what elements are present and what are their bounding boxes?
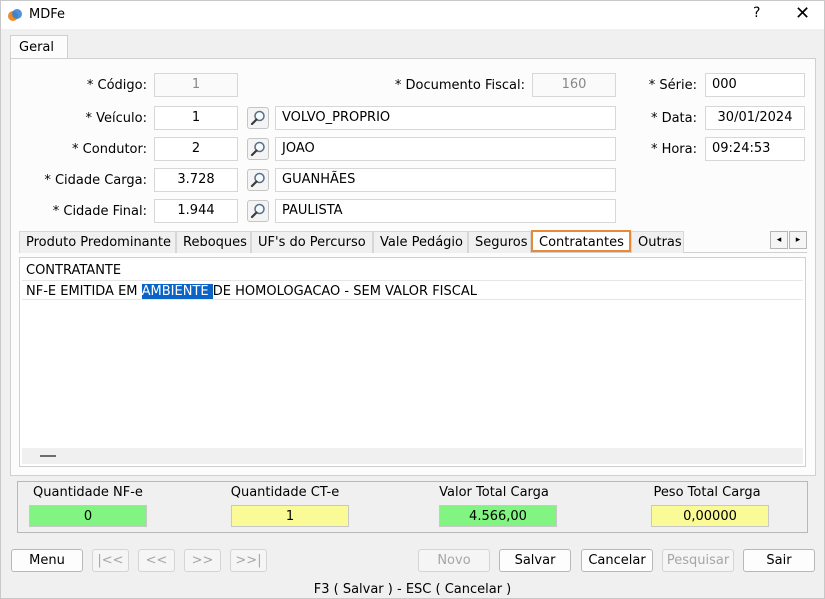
qtd-cte-value: 1 — [231, 505, 349, 527]
condutor-label: * Condutor: — [72, 142, 147, 157]
peso-total-label: Peso Total Carga — [653, 485, 761, 500]
pesquisar-button[interactable]: Pesquisar — [662, 549, 734, 572]
tab-reboques[interactable]: Reboques — [176, 231, 251, 253]
first-record-button[interactable]: |<< — [92, 549, 129, 572]
cidade-carga-label: * Cidade Carga: — [44, 173, 147, 188]
veiculo-name-field[interactable]: VOLVO_PROPRIO — [275, 106, 616, 130]
tab-vale-pedagio[interactable]: Vale Pedágio — [373, 231, 468, 253]
veiculo-code-field[interactable]: 1 — [154, 106, 238, 130]
documento-fiscal-field[interactable]: 160 — [532, 73, 616, 97]
app-logo-icon — [8, 9, 22, 21]
novo-button[interactable]: Novo — [418, 549, 490, 572]
tabs-scroll-left-button[interactable]: ◂ — [770, 231, 788, 249]
documento-fiscal-label: * Documento Fiscal: — [394, 78, 525, 93]
tab-contratantes[interactable]: Contratantes — [531, 230, 631, 252]
help-button[interactable]: ? — [753, 5, 760, 21]
tab-geral[interactable]: Geral — [10, 35, 68, 59]
cidade-carga-search-button[interactable] — [247, 169, 269, 191]
codigo-label: * Código: — [86, 78, 147, 93]
tab-seguros[interactable]: Seguros — [468, 231, 531, 253]
row-text-after: DE HOMOLOGACAO - SEM VALOR FISCAL — [212, 284, 477, 299]
qtd-nfe-value: 0 — [29, 505, 147, 527]
tab-outras[interactable]: Outras — [631, 231, 684, 253]
last-record-button[interactable]: >>| — [230, 549, 267, 572]
totals-panel: Quantidade NF-e 0 Quantidade CT-e 1 Valo… — [17, 481, 808, 533]
contratantes-grid: CONTRATANTE NF-E EMITIDA EM AMBIENTE DE … — [19, 257, 806, 467]
previous-record-button[interactable]: << — [138, 549, 175, 572]
peso-total-value: 0,00000 — [651, 505, 769, 527]
salvar-button[interactable]: Salvar — [499, 549, 571, 572]
cidade-carga-code-field[interactable]: 3.728 — [154, 168, 238, 192]
data-label: * Data: — [650, 111, 697, 126]
qtd-nfe-label: Quantidade NF-e — [33, 485, 143, 500]
valor-total-value: 4.566,00 — [439, 505, 557, 527]
cidade-carga-name-field[interactable]: GUANHÃES — [275, 168, 616, 192]
qtd-cte-label: Quantidade CT-e — [230, 485, 340, 500]
condutor-code-field[interactable]: 2 — [154, 137, 238, 161]
row-text-before: NF-E EMITIDA EM — [26, 284, 142, 299]
row-selected-text: AMBIENTE — [141, 284, 213, 299]
grid-column-header: CONTRATANTE — [26, 263, 122, 278]
magnifier-icon — [250, 172, 265, 188]
menu-button[interactable]: Menu — [11, 549, 83, 572]
hora-field[interactable]: 09:24:53 — [705, 137, 805, 161]
tab-produto-predominante[interactable]: Produto Predominante — [19, 231, 176, 253]
table-row[interactable]: NF-E EMITIDA EM AMBIENTE DE HOMOLOGACAO … — [22, 280, 803, 300]
window-title: MDFe — [29, 7, 65, 22]
cancelar-button[interactable]: Cancelar — [581, 549, 653, 572]
condutor-name-field[interactable]: JOAO — [275, 137, 616, 161]
codigo-field[interactable]: 1 — [154, 73, 238, 97]
tabs-scroll-right-button[interactable]: ▸ — [789, 231, 807, 249]
minus-icon[interactable] — [40, 455, 56, 457]
hora-label: * Hora: — [650, 142, 697, 157]
cidade-final-search-button[interactable] — [247, 200, 269, 222]
title-bar: MDFe ? ✕ — [1, 1, 824, 29]
close-button[interactable]: ✕ — [795, 3, 810, 24]
serie-field[interactable]: 000 — [705, 73, 805, 97]
condutor-search-button[interactable] — [247, 138, 269, 160]
data-field[interactable]: 30/01/2024 — [705, 106, 805, 130]
veiculo-label: * Veículo: — [85, 111, 147, 126]
tab-ufs-percurso[interactable]: UF's do Percurso — [251, 231, 373, 253]
magnifier-icon — [250, 203, 265, 219]
grid-footer-bar — [22, 448, 803, 464]
magnifier-icon — [250, 141, 265, 157]
serie-label: * Série: — [648, 78, 697, 93]
shortcut-hint: F3 ( Salvar ) - ESC ( Cancelar ) — [313, 582, 512, 597]
mdfe-window: MDFe ? ✕ Geral * Código: 1 * Documento F… — [0, 0, 825, 599]
sair-button[interactable]: Sair — [743, 549, 815, 572]
valor-total-label: Valor Total Carga — [439, 485, 549, 500]
cidade-final-label: * Cidade Final: — [52, 204, 147, 219]
cidade-final-name-field[interactable]: PAULISTA — [275, 199, 616, 223]
cidade-final-code-field[interactable]: 1.944 — [154, 199, 238, 223]
magnifier-icon — [250, 110, 265, 126]
detail-tabs: Produto Predominante Reboques UF's do Pe… — [19, 230, 807, 253]
veiculo-search-button[interactable] — [247, 107, 269, 129]
next-record-button[interactable]: >> — [184, 549, 221, 572]
